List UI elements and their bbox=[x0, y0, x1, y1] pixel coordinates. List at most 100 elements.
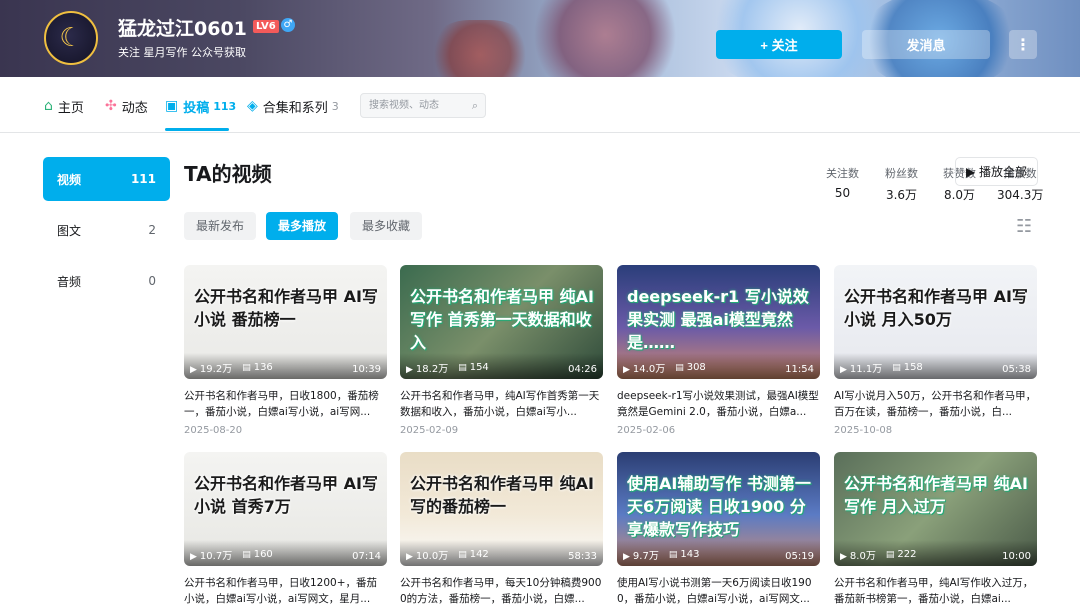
danmaku-count-value: 222 bbox=[897, 549, 917, 560]
play-all-button[interactable]: ▶ 播放全部 bbox=[955, 157, 1038, 186]
play-count-value: 10.0万 bbox=[415, 551, 449, 562]
stat-value: 8.0万 bbox=[943, 188, 976, 202]
video-thumbnail[interactable]: 公开书名和作者马甲 纯AI写作 首秀第一天数据和收入 ▶ 18.2万 ▤ 154 04:2… bbox=[400, 265, 603, 379]
video-card[interactable]: 公开书名和作者马甲 纯AI写作 月入过万 ▶ 8.0万 ▤ 222 10:00 公开书名和作… bbox=[834, 452, 1037, 612]
video-meta: ▶ 19.2万 ▤ 136 bbox=[190, 360, 273, 375]
danmaku-count-value: 154 bbox=[469, 362, 489, 373]
video-duration: 05:38 bbox=[1002, 364, 1031, 375]
play-count: ▶ 9.7万 bbox=[623, 547, 659, 562]
video-duration: 10:00 bbox=[1002, 551, 1031, 562]
danmaku-count: ▤ 136 bbox=[242, 362, 273, 373]
banner-art bbox=[520, 0, 690, 77]
play-count-value: 11.1万 bbox=[849, 364, 883, 375]
stat-value: 50 bbox=[834, 186, 851, 200]
thumbnail-caption: 公开书名和作者马甲 AI写小说 月入50万 bbox=[844, 287, 1028, 329]
sidebar-item-audio[interactable]: 音频 0 bbox=[43, 259, 170, 303]
play-count: ▶ 19.2万 bbox=[190, 360, 232, 375]
play-icon: ▶ bbox=[840, 365, 847, 375]
avatar[interactable]: ☾ bbox=[44, 11, 98, 65]
video-thumbnail[interactable]: 公开书名和作者马甲 AI写小说 番茄榜一 ▶ 19.2万 ▤ 136 10:39 bbox=[184, 265, 387, 379]
video-thumbnail[interactable]: 公开书名和作者马甲 纯AI写的番茄榜一 ▶ 10.0万 ▤ 142 58:33 bbox=[400, 452, 603, 566]
video-date: 2025-10-08 bbox=[834, 425, 893, 436]
video-meta: ▶ 18.2万 ▤ 154 bbox=[406, 360, 489, 375]
video-title[interactable]: deepseek-r1写小说效果测试，最强AI模型竟然是Gemini 2.0，番… bbox=[617, 388, 820, 420]
video-title[interactable]: 公开书名和作者马甲，每天10分钟稿费9000的方法，番茄榜一，番茄小说，白嫖..… bbox=[400, 575, 603, 607]
video-meta: ▶ 10.7万 ▤ 160 bbox=[190, 547, 273, 562]
play-count: ▶ 10.0万 bbox=[406, 547, 448, 562]
sidebar: 视频 111 图文 2 音频 0 bbox=[43, 157, 170, 310]
section-title: TA的视频 bbox=[184, 162, 272, 186]
video-thumbnail[interactable]: deepseek-r1 写小说效果实测 最强ai模型竟然是…… ▶ 14.0万 ▤ 30… bbox=[617, 265, 820, 379]
sidebar-item-article[interactable]: 图文 2 bbox=[43, 208, 170, 252]
video-title[interactable]: 公开书名和作者马甲，纯AI写作收入过万，番茄新书榜第一，番茄小说，白嫖ai... bbox=[834, 575, 1037, 607]
tab-dynamic[interactable]: ✣ 动态 bbox=[105, 96, 148, 116]
video-duration: 04:26 bbox=[568, 364, 597, 375]
filter-latest[interactable]: 最新发布 bbox=[184, 212, 257, 240]
stat-fans[interactable]: 粉丝数 3.6万 bbox=[885, 165, 918, 203]
video-thumbnail[interactable]: 公开书名和作者马甲 AI写小说 月入50万 ▶ 11.1万 ▤ 158 05:38 bbox=[834, 265, 1037, 379]
video-meta: ▶ 11.1万 ▤ 158 bbox=[840, 360, 923, 375]
video-thumbnail[interactable]: 公开书名和作者马甲 AI写小说 首秀7万 ▶ 10.7万 ▤ 160 07:14 bbox=[184, 452, 387, 566]
tab-count: 3 bbox=[331, 99, 339, 113]
video-duration: 58:33 bbox=[568, 551, 597, 562]
play-icon: ▶ bbox=[406, 552, 413, 562]
video-title[interactable]: 公开书名和作者马甲，日收1200+，番茄小说，白嫖ai写小说，ai写网文，星月.… bbox=[184, 575, 387, 607]
danmaku-count: ▤ 160 bbox=[242, 549, 273, 560]
play-count-value: 19.2万 bbox=[199, 364, 233, 375]
danmaku-count-value: 158 bbox=[903, 362, 923, 373]
stat-following[interactable]: 关注数 50 bbox=[826, 165, 859, 200]
send-message-button[interactable]: 发消息 bbox=[862, 30, 990, 59]
video-thumbnail[interactable]: 使用AI辅助写作 书测第一天6万阅读 日收1900 分享爆款写作技巧 ▶ 9.7万 ▤… bbox=[617, 452, 820, 566]
danmaku-count: ▤ 308 bbox=[675, 362, 706, 373]
video-card[interactable]: 公开书名和作者马甲 AI写小说 月入50万 ▶ 11.1万 ▤ 158 05:38 AI写小… bbox=[834, 265, 1037, 436]
sidebar-item-count: 0 bbox=[148, 274, 156, 288]
tab-uploads[interactable]: ▣ 投稿 113 bbox=[165, 96, 236, 116]
video-card[interactable]: 使用AI辅助写作 书测第一天6万阅读 日收1900 分享爆款写作技巧 ▶ 9.7万 ▤… bbox=[617, 452, 820, 612]
sidebar-item-video[interactable]: 视频 111 bbox=[43, 157, 170, 201]
video-title[interactable]: 公开书名和作者马甲，纯AI写作首秀第一天数据和收入，番茄小说，白嫖ai写小... bbox=[400, 388, 603, 420]
search-icon[interactable]: ⌕ bbox=[472, 94, 478, 117]
tab-home[interactable]: ⌂ 主页 bbox=[44, 96, 84, 116]
thumbnail-caption: 公开书名和作者马甲 AI写小说 番茄榜一 bbox=[194, 287, 378, 329]
video-duration: 10:39 bbox=[352, 364, 381, 375]
play-icon: ▶ bbox=[190, 552, 197, 562]
play-count-value: 10.7万 bbox=[199, 551, 233, 562]
filter-most-favorited[interactable]: 最多收藏 bbox=[350, 212, 423, 240]
tab-label: 合集和系列 bbox=[262, 100, 328, 116]
stat-value: 304.3万 bbox=[997, 188, 1044, 202]
tab-collections[interactable]: ◈ 合集和系列 3 bbox=[247, 96, 339, 116]
banner-art bbox=[430, 20, 530, 77]
play-count-value: 14.0万 bbox=[632, 364, 666, 375]
sidebar-item-label: 视频 bbox=[57, 172, 82, 187]
thumbnail-caption: 公开书名和作者马甲 纯AI写作 月入过万 bbox=[844, 474, 1028, 516]
list-view-icon[interactable]: ☷ bbox=[1016, 216, 1032, 237]
danmaku-icon: ▤ bbox=[458, 363, 467, 373]
video-card[interactable]: deepseek-r1 写小说效果实测 最强ai模型竟然是…… ▶ 14.0万 ▤ 30… bbox=[617, 265, 820, 436]
video-thumbnail[interactable]: 公开书名和作者马甲 纯AI写作 月入过万 ▶ 8.0万 ▤ 222 10:00 bbox=[834, 452, 1037, 566]
video-card[interactable]: 公开书名和作者马甲 AI写小说 番茄榜一 ▶ 19.2万 ▤ 136 10:39 公开书名和… bbox=[184, 265, 387, 436]
gender-icon: ♂ bbox=[281, 18, 295, 32]
sidebar-item-count: 111 bbox=[130, 172, 156, 186]
video-title[interactable]: 使用AI写小说书测第一天6万阅读日收1900，番茄小说，白嫖ai写小说，ai写网… bbox=[617, 575, 820, 607]
follow-button[interactable]: + 关注 bbox=[716, 30, 842, 59]
play-icon: ▶ bbox=[406, 365, 413, 375]
video-title[interactable]: AI写小说月入50万，公开书名和作者马甲，百万在读，番茄榜一，番茄小说，白... bbox=[834, 388, 1037, 420]
thumbnail-caption: 公开书名和作者马甲 AI写小说 首秀7万 bbox=[194, 474, 378, 516]
video-title[interactable]: 公开书名和作者马甲，日收1800，番茄榜一，番茄小说，白嫖ai写小说，ai写网.… bbox=[184, 388, 387, 420]
video-card[interactable]: 公开书名和作者马甲 纯AI写作 首秀第一天数据和收入 ▶ 18.2万 ▤ 154 04:2… bbox=[400, 265, 603, 436]
danmaku-icon: ▤ bbox=[458, 550, 467, 560]
video-card[interactable]: 公开书名和作者马甲 AI写小说 首秀7万 ▶ 10.7万 ▤ 160 07:14 公开书名和… bbox=[184, 452, 387, 612]
play-count-value: 9.7万 bbox=[632, 551, 659, 562]
more-icon[interactable]: ⋮ bbox=[1009, 30, 1037, 59]
user-name: 猛龙过江0601 bbox=[118, 18, 247, 40]
danmaku-count-value: 136 bbox=[253, 362, 273, 373]
video-card[interactable]: 公开书名和作者马甲 纯AI写的番茄榜一 ▶ 10.0万 ▤ 142 58:33 公开书名和作… bbox=[400, 452, 603, 612]
stat-label: 关注数 bbox=[826, 167, 859, 180]
search-input[interactable]: 搜索视频、动态 ⌕ bbox=[360, 93, 486, 118]
play-count-value: 8.0万 bbox=[849, 551, 876, 562]
collection-icon: ◈ bbox=[247, 98, 258, 114]
filter-most-played[interactable]: 最多播放 bbox=[266, 212, 339, 240]
play-count: ▶ 10.7万 bbox=[190, 547, 232, 562]
danmaku-count-value: 143 bbox=[680, 549, 700, 560]
profile-nav: ⌂ 主页 ✣ 动态 ▣ 投稿 113 ◈ 合集和系列 3 关注数 50 粉丝数 3.… bbox=[0, 77, 1080, 202]
